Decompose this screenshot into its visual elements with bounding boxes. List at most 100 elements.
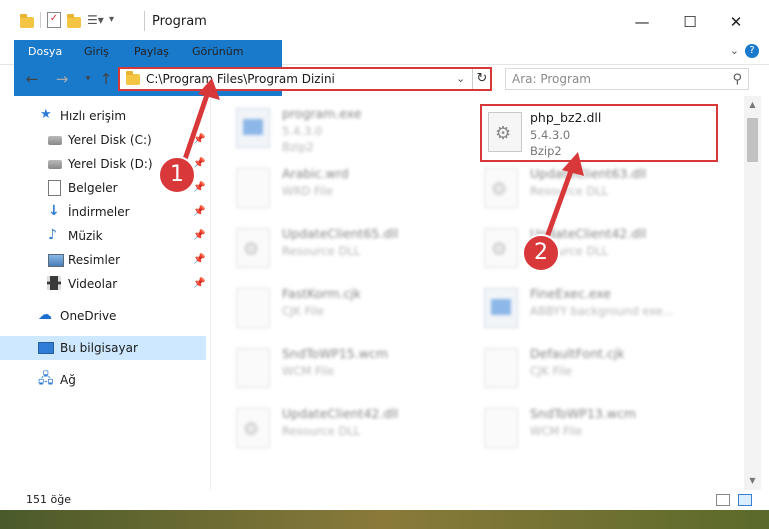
navigation-bar: ← → ▾ ↑ C:\Program Files\Program Dizini … (0, 66, 769, 94)
file-type: CJK File (282, 304, 324, 318)
file-description: Bzip2 (530, 144, 562, 158)
list-item[interactable]: FastKorm.cjk CJK File (226, 280, 466, 336)
pane-divider[interactable] (210, 96, 211, 490)
download-icon: ↓ (48, 203, 60, 219)
file-type: WCM File (282, 364, 335, 378)
list-item[interactable]: FineExec.exe ABBYY background exe... (474, 280, 714, 336)
file-name: SndToWP15.wcm (282, 346, 388, 361)
tab-share[interactable]: Paylaş (122, 40, 181, 64)
file-name: UpdateClient42.dll (282, 406, 399, 421)
vertical-scrollbar[interactable]: ▲ ▼ (744, 96, 761, 490)
details-view-icon[interactable] (716, 494, 730, 506)
cloud-icon: ☁ (38, 307, 52, 323)
list-item-php-bz2-dll[interactable]: php_bz2.dll 5.4.3.0 Bzip2 (480, 104, 718, 162)
sidebar-item-local-disk-c[interactable]: Yerel Disk (C:) 📌 (0, 128, 206, 152)
view-options-icon[interactable]: ☰▾ (87, 12, 104, 28)
scroll-down-icon[interactable]: ▼ (744, 476, 761, 486)
sidebar-item-label: Yerel Disk (D:) (68, 157, 153, 171)
list-item[interactable]: UpdateClient65.dll Resource DLL (226, 220, 466, 276)
tab-home[interactable]: Giriş (72, 40, 121, 64)
back-arrow-icon[interactable]: ← (22, 69, 42, 89)
folder-icon (20, 13, 34, 28)
tiles-view-icon[interactable] (738, 494, 752, 506)
refresh-icon[interactable]: ↻ (472, 69, 491, 89)
search-input[interactable] (512, 69, 722, 89)
file-list: program.exe 5.4.3.0 Bzip2 php_bz2.dll 5.… (212, 96, 742, 490)
callout-badge-1: 1 (158, 156, 196, 194)
dll-file-icon (488, 112, 522, 152)
dll-file-icon (484, 228, 518, 268)
scrollbar-thumb[interactable] (747, 118, 758, 162)
sidebar-item-music[interactable]: ♪ Müzik 📌 (0, 224, 206, 248)
file-type: ABBYY background exe... (530, 304, 674, 318)
sidebar-item-videos[interactable]: Videolar 📌 (0, 272, 206, 296)
star-icon: ★ (40, 107, 52, 122)
dll-file-icon (236, 228, 270, 268)
chevron-down-icon[interactable]: ⌄ (456, 72, 465, 85)
pin-icon[interactable]: 📌 (193, 224, 205, 248)
sidebar-item-network[interactable]: 🖧 Ağ (0, 368, 206, 392)
sidebar-item-this-pc[interactable]: Bu bilgisayar (0, 336, 206, 360)
pin-icon[interactable]: 📌 (193, 248, 205, 272)
sidebar-item-onedrive[interactable]: ☁ OneDrive (0, 304, 206, 328)
pin-icon[interactable]: 📌 (193, 200, 205, 224)
pin-icon[interactable]: 📌 (193, 128, 205, 152)
drive-icon (48, 136, 62, 145)
sidebar-item-downloads[interactable]: ↓ İndirmeler 📌 (0, 200, 206, 224)
tab-view[interactable]: Görünüm (180, 40, 255, 64)
sidebar-item-label: Bu bilgisayar (60, 341, 138, 355)
file-version: 5.4.3.0 (530, 128, 571, 142)
computer-icon (38, 342, 54, 354)
address-path[interactable]: C:\Program Files\Program Dizini (146, 72, 335, 86)
file-name: FastKorm.cjk (282, 286, 361, 301)
file-icon (236, 288, 270, 328)
sidebar-item-label: Yerel Disk (C:) (68, 133, 152, 147)
sidebar-item-label: İndirmeler (68, 205, 130, 219)
list-item[interactable]: DefaultFont.cjk CJK File (474, 340, 714, 396)
window-title: Program (152, 14, 207, 29)
video-icon (47, 276, 61, 290)
sidebar-item-label: Hızlı erişim (60, 109, 127, 123)
customize-toolbar-icon[interactable]: ▾ (109, 12, 125, 28)
file-icon (236, 168, 270, 208)
file-type: Resource DLL (282, 424, 361, 438)
title-bar: ✓ ☰▾ ▾ Program — ☐ ✕ (0, 0, 769, 40)
sidebar-item-label: OneDrive (60, 309, 117, 323)
list-item[interactable]: UpdateClient63.dll Resource DLL (474, 160, 714, 216)
forward-arrow-icon[interactable]: → (52, 69, 72, 89)
new-folder-icon[interactable] (67, 13, 81, 28)
toolbar-divider (40, 12, 41, 28)
item-count: 151 öğe (26, 493, 71, 506)
explorer-window: ✓ ☰▾ ▾ Program — ☐ ✕ Dosya Giriş Paylaş … (0, 0, 769, 510)
recent-locations-icon[interactable]: ▾ (78, 69, 98, 89)
list-item[interactable]: UpdateClient42.dll Resource DLL (226, 400, 466, 456)
minimize-button[interactable]: — (622, 10, 662, 34)
list-item[interactable]: UpdateClient42.dll Resource DLL (474, 220, 714, 276)
sidebar-item-pictures[interactable]: Resimler 📌 (0, 248, 206, 272)
up-arrow-icon[interactable]: ↑ (96, 69, 116, 89)
file-name: SndToWP13.wcm (530, 406, 636, 421)
search-icon[interactable]: ⚲ (732, 72, 742, 87)
file-version: 5.4.3.0 (282, 124, 323, 138)
list-item[interactable]: program.exe 5.4.3.0 Bzip2 (226, 100, 466, 156)
list-item[interactable]: Arabic.wrd WRD File (226, 160, 466, 216)
sidebar-item-quick-access[interactable]: ★ Hızlı erişim (0, 104, 206, 128)
properties-icon[interactable]: ✓ (47, 12, 61, 28)
pin-icon[interactable]: 📌 (193, 272, 205, 296)
address-bar[interactable]: C:\Program Files\Program Dizini ⌄ ↻ (118, 67, 492, 91)
desktop-background (0, 510, 769, 529)
search-box[interactable]: ⚲ (505, 68, 749, 90)
close-button[interactable]: ✕ (716, 10, 756, 34)
expand-ribbon-icon[interactable]: ⌄ (730, 44, 739, 57)
folder-icon (126, 71, 140, 85)
file-type: Resource DLL (530, 184, 609, 198)
maximize-button[interactable]: ☐ (670, 10, 710, 34)
pictures-icon (48, 254, 64, 267)
list-item[interactable]: SndToWP13.wcm WCM File (474, 400, 714, 456)
list-item[interactable]: SndToWP15.wcm WCM File (226, 340, 466, 396)
scroll-up-icon[interactable]: ▲ (744, 100, 761, 110)
help-icon[interactable]: ? (745, 44, 759, 58)
file-type: WCM File (530, 424, 583, 438)
sidebar-item-label: Ağ (60, 373, 76, 387)
file-name: UpdateClient63.dll (530, 166, 647, 181)
